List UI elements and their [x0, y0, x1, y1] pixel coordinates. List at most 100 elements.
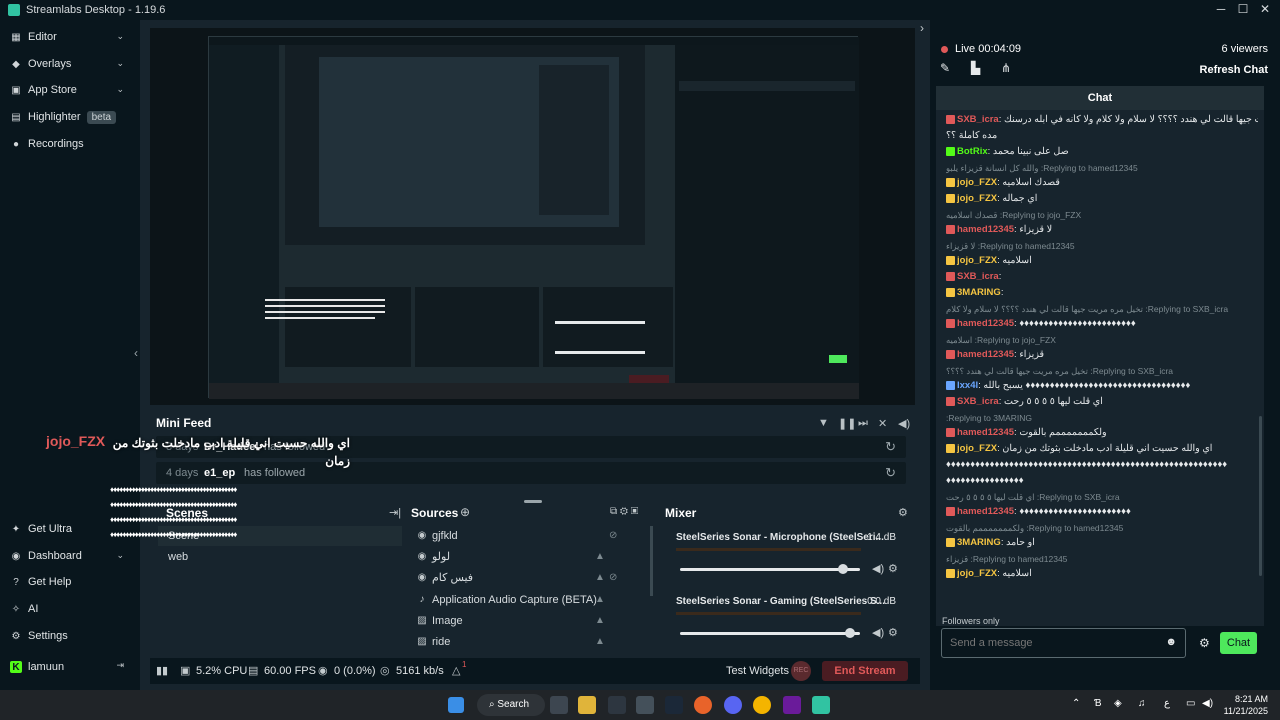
- stream-info-icon[interactable]: ▙: [971, 61, 980, 75]
- chat-username[interactable]: jojo_FZX: [957, 177, 997, 188]
- replay-icon[interactable]: ↻: [885, 465, 896, 481]
- volume-tray-icon[interactable]: ◀): [1202, 698, 1213, 709]
- tray-network-icon[interactable]: ◈: [1114, 698, 1122, 709]
- record-button[interactable]: REC: [791, 661, 811, 681]
- language-indicator[interactable]: ع: [1164, 698, 1170, 709]
- expand-chat-icon[interactable]: ›: [920, 21, 924, 35]
- lock-icon[interactable]: ▲: [595, 632, 605, 652]
- chat-settings-icon[interactable]: ⚙: [1199, 636, 1210, 650]
- minimize-button[interactable]: ─: [1210, 2, 1232, 16]
- sidebar-item-recordings[interactable]: ● Recordings: [0, 133, 140, 155]
- chrome-icon[interactable]: [753, 696, 771, 714]
- hide-icon[interactable]: ⊘: [609, 568, 617, 588]
- app-icon[interactable]: [636, 696, 654, 714]
- skip-icon[interactable]: ⏭: [858, 417, 868, 430]
- pause-icon[interactable]: ❚❚: [838, 417, 856, 430]
- sidebar-item-account[interactable]: K lamuun ⇥: [0, 656, 140, 678]
- chat-username[interactable]: hamed12345: [957, 224, 1014, 235]
- resize-handle[interactable]: [524, 500, 542, 503]
- volume-icon[interactable]: ◀): [898, 417, 910, 430]
- steam-icon[interactable]: [665, 696, 683, 714]
- chat-input-box[interactable]: ☻: [941, 628, 1186, 658]
- source-options-icon[interactable]: ⧉ ⚙ ▣: [610, 506, 638, 517]
- scene-item[interactable]: web: [158, 547, 402, 567]
- sidebar-item-get-help[interactable]: ? Get Help: [0, 571, 140, 593]
- chevron-down-icon[interactable]: ⌄: [116, 550, 124, 561]
- close-button[interactable]: ✕: [1254, 2, 1276, 16]
- chat-username[interactable]: jojo_FZX: [957, 255, 997, 266]
- volume-knob[interactable]: [845, 628, 855, 638]
- sidebar-item-dashboard[interactable]: ◉ Dashboard ⌄: [0, 545, 140, 567]
- volume-icon[interactable]: ◀): [872, 626, 884, 639]
- chat-username[interactable]: jojo_FZX: [957, 568, 997, 579]
- sidebar-item-highlighter[interactable]: ▤ Highlighter beta: [0, 106, 140, 128]
- add-source-icon[interactable]: ⊕: [460, 505, 470, 519]
- volume-slider[interactable]: [680, 628, 860, 638]
- file-explorer-icon[interactable]: [578, 696, 596, 714]
- chat-username[interactable]: SXB_icra: [957, 114, 999, 125]
- chat-username[interactable]: SXB_icra: [957, 271, 999, 282]
- chat-username[interactable]: lxx4l: [957, 380, 978, 391]
- windows-start-icon[interactable]: [448, 697, 464, 713]
- alert-icon[interactable]: △: [452, 664, 460, 677]
- chat-input[interactable]: [950, 635, 1150, 651]
- lock-icon[interactable]: ▲: [595, 590, 605, 610]
- source-item[interactable]: ◉ لولو ▲: [412, 547, 650, 567]
- task-view-icon[interactable]: [550, 696, 568, 714]
- mute-alerts-icon[interactable]: ✕: [878, 417, 887, 430]
- chat-username[interactable]: SXB_icra: [957, 396, 999, 407]
- lock-icon[interactable]: ▲: [595, 568, 605, 588]
- send-chat-button[interactable]: Chat: [1220, 632, 1257, 654]
- hide-icon[interactable]: ⊘: [609, 526, 617, 546]
- tray-expand-icon[interactable]: ⌃: [1072, 698, 1080, 709]
- streamlabs-icon[interactable]: [812, 696, 830, 714]
- chat-username[interactable]: hamed12345: [957, 318, 1014, 329]
- sidebar-item-ai[interactable]: ✧ AI: [0, 598, 140, 620]
- discord-icon[interactable]: [724, 696, 742, 714]
- sources-scrollbar[interactable]: [650, 526, 653, 596]
- chat-username[interactable]: jojo_FZX: [957, 443, 997, 454]
- channel-settings-icon[interactable]: ⚙: [888, 562, 898, 575]
- chat-username[interactable]: 3MARING: [957, 287, 1001, 298]
- share-icon[interactable]: ⋔: [1001, 61, 1011, 75]
- lock-icon[interactable]: ▲: [595, 611, 605, 631]
- refresh-chat-button[interactable]: Refresh Chat: [1200, 64, 1268, 76]
- app-icon[interactable]: [783, 696, 801, 714]
- chat-username[interactable]: hamed12345: [957, 427, 1014, 438]
- chat-scrollbar[interactable]: [1259, 416, 1262, 576]
- maximize-button[interactable]: ☐: [1232, 2, 1254, 16]
- chat-username[interactable]: BotRix: [957, 146, 988, 157]
- scene-transition-icon[interactable]: ⇥|: [389, 506, 401, 519]
- chat-username[interactable]: jojo_FZX: [957, 193, 997, 204]
- volume-icon[interactable]: ◀): [872, 562, 884, 575]
- source-item[interactable]: ▨ ride ▲: [412, 632, 650, 652]
- lock-icon[interactable]: ▲: [595, 547, 605, 567]
- firefox-icon[interactable]: [694, 696, 712, 714]
- source-item[interactable]: ♪ Application Audio Capture (BETA) ▲: [412, 590, 650, 610]
- chat-username[interactable]: 3MARING: [957, 537, 1001, 548]
- chevron-down-icon[interactable]: ⌄: [116, 31, 124, 42]
- emoji-icon[interactable]: ☻: [1165, 636, 1177, 648]
- sidebar-item-overlays[interactable]: ◆ Overlays ⌄: [0, 53, 140, 75]
- microphone-icon[interactable]: ♫: [1138, 698, 1146, 709]
- sidebar-item-app-store[interactable]: ▣ App Store ⌄: [0, 79, 140, 101]
- filter-icon[interactable]: ▼: [818, 417, 829, 429]
- taskbar-search[interactable]: ⌕ Search: [477, 694, 545, 716]
- sidebar-item-settings[interactable]: ⚙ Settings: [0, 625, 140, 647]
- source-item[interactable]: ◉ فيس كام ▲ ⊘: [412, 568, 650, 588]
- chevron-down-icon[interactable]: ⌄: [116, 58, 124, 69]
- mixer-settings-icon[interactable]: ⚙: [898, 506, 908, 519]
- test-widgets-button[interactable]: Test Widgets: [726, 665, 789, 677]
- channel-settings-icon[interactable]: ⚙: [888, 626, 898, 639]
- collapse-left-icon[interactable]: ‹: [134, 346, 138, 360]
- stream-preview[interactable]: [150, 28, 915, 405]
- volume-knob[interactable]: [838, 564, 848, 574]
- stats-icon[interactable]: ▮▮: [156, 664, 168, 677]
- sidebar-item-editor[interactable]: ▦ Editor ⌄: [0, 26, 140, 48]
- chat-username[interactable]: hamed12345: [957, 349, 1014, 360]
- chevron-down-icon[interactable]: ⌄: [116, 84, 124, 95]
- logout-icon[interactable]: ⇥: [116, 660, 124, 671]
- volume-slider[interactable]: [680, 564, 860, 574]
- replay-icon[interactable]: ↻: [885, 439, 896, 455]
- display-icon[interactable]: ▭: [1186, 698, 1195, 709]
